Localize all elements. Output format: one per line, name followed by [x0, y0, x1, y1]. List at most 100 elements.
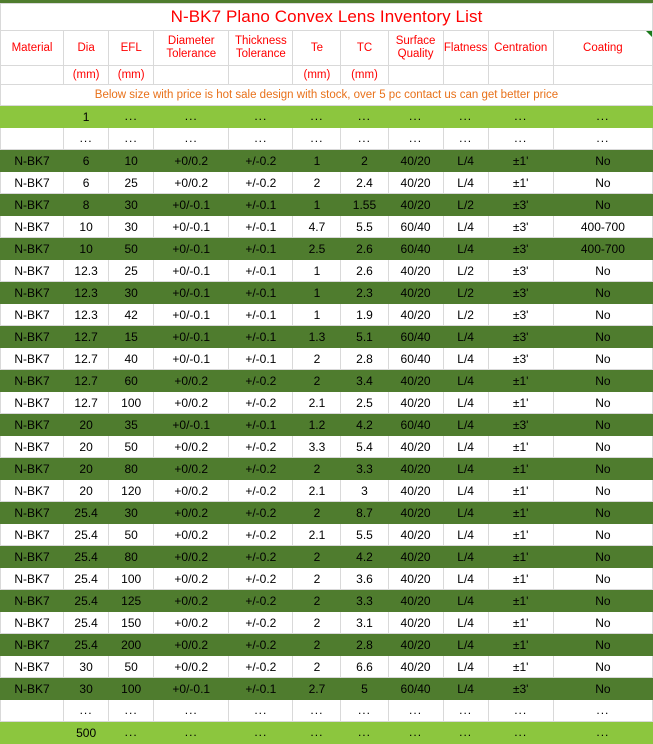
cell-efl[interactable]: ... [108, 127, 155, 150]
cell-dia_tol[interactable]: +0/0.2 [153, 391, 230, 414]
cell-material[interactable]: N-BK7 [0, 589, 65, 612]
cell-surface[interactable]: 60/40 [387, 413, 444, 436]
cell-flatness[interactable]: L/4 [442, 655, 489, 678]
cell-flatness[interactable]: L/4 [442, 215, 489, 238]
cell-coating[interactable]: No [552, 457, 653, 480]
cell-coating[interactable]: No [552, 655, 653, 678]
table-row[interactable]: N-BK7 6 10 +0/0.2 +/-0.2 1 2 40/20 L/4 ±1' No [0, 149, 653, 172]
cell-thk_tol[interactable]: ... [228, 721, 294, 744]
cell-surface[interactable]: 40/20 [387, 479, 444, 502]
table-row[interactable]: N-BK7 12.3 30 +0/-0.1 +/-0.1 1 2.3 40/20 L/2 ±3' N… [0, 281, 653, 304]
cell-te[interactable]: 2 [292, 589, 342, 612]
cell-centration[interactable]: ±3' [487, 215, 554, 238]
cell-tc[interactable]: 2.4 [340, 171, 389, 194]
cell-coating[interactable]: No [552, 677, 653, 700]
cell-tc[interactable]: 2 [340, 149, 389, 172]
cell-material[interactable]: N-BK7 [0, 215, 65, 238]
cell-tc[interactable]: 1.9 [340, 303, 389, 326]
table-row[interactable]: N-BK7 12.3 42 +0/-0.1 +/-0.1 1 1.9 40/20 L/2 ±3' N… [0, 303, 653, 326]
cell-efl[interactable]: 200 [108, 633, 155, 656]
cell-thk_tol[interactable]: +/-0.2 [228, 171, 294, 194]
cell-centration[interactable]: ±1' [487, 479, 554, 502]
cell-te[interactable]: 1 [292, 281, 342, 304]
cell-dia_tol[interactable]: +0/0.2 [153, 545, 230, 568]
cell-te[interactable]: ... [292, 105, 342, 128]
cell-material[interactable]: N-BK7 [0, 633, 65, 656]
cell-thk_tol[interactable]: ... [228, 699, 294, 722]
cell-dia[interactable]: 500 [63, 721, 110, 744]
table-row[interactable]: N-BK7 12.7 100 +0/0.2 +/-0.2 2.1 2.5 40/20 L/4 ±1… [0, 391, 653, 414]
table-row[interactable]: N-BK7 8 30 +0/-0.1 +/-0.1 1 1.55 40/20 L/2 ±3' No [0, 193, 653, 216]
cell-thk_tol[interactable]: ... [228, 105, 294, 128]
cell-thk_tol[interactable]: +/-0.1 [228, 347, 294, 370]
cell-surface[interactable]: ... [387, 699, 444, 722]
table-row[interactable]: N-BK7 20 120 +0/0.2 +/-0.2 2.1 3 40/20 L/4 ±1' No [0, 479, 653, 502]
cell-efl[interactable]: 15 [108, 325, 155, 348]
cell-flatness[interactable]: L/2 [442, 259, 489, 282]
cell-flatness[interactable]: L/4 [442, 611, 489, 634]
cell-surface[interactable]: 40/20 [387, 523, 444, 546]
cell-te[interactable]: 2 [292, 545, 342, 568]
cell-dia[interactable]: 25.4 [63, 545, 110, 568]
cell-coating[interactable]: 400-700 [552, 215, 653, 238]
cell-tc[interactable]: 5 [340, 677, 389, 700]
cell-dia[interactable]: 20 [63, 435, 110, 458]
cell-coating[interactable]: No [552, 347, 653, 370]
cell-thk_tol[interactable]: +/-0.2 [228, 567, 294, 590]
cell-surface[interactable]: 40/20 [387, 501, 444, 524]
cell-tc[interactable]: 5.5 [340, 523, 389, 546]
cell-coating[interactable]: ... [552, 105, 653, 128]
cell-dia_tol[interactable]: ... [153, 721, 230, 744]
cell-material[interactable]: N-BK7 [0, 369, 65, 392]
cell-dia[interactable]: 25.4 [63, 523, 110, 546]
cell-centration[interactable]: ±1' [487, 171, 554, 194]
cell-surface[interactable]: 40/20 [387, 611, 444, 634]
cell-thk_tol[interactable]: +/-0.1 [228, 215, 294, 238]
cell-efl[interactable]: 35 [108, 413, 155, 436]
table-row[interactable]: N-BK7 25.4 200 +0/0.2 +/-0.2 2 2.8 40/20 L/4 ±1' N… [0, 633, 653, 656]
cell-dia[interactable]: ... [63, 699, 110, 722]
cell-flatness[interactable]: L/4 [442, 633, 489, 656]
cell-tc[interactable]: 2.3 [340, 281, 389, 304]
cell-dia_tol[interactable]: +0/0.2 [153, 633, 230, 656]
cell-coating[interactable]: No [552, 391, 653, 414]
cell-te[interactable]: 1 [292, 149, 342, 172]
cell-surface[interactable]: ... [387, 105, 444, 128]
cell-surface[interactable]: 60/40 [387, 325, 444, 348]
table-row[interactable]: N-BK7 12.7 60 +0/0.2 +/-0.2 2 3.4 40/20 L/4 ±1' No [0, 369, 653, 392]
cell-efl[interactable]: 25 [108, 259, 155, 282]
cell-material[interactable]: N-BK7 [0, 457, 65, 480]
cell-tc[interactable]: 8.7 [340, 501, 389, 524]
cell-centration[interactable]: ±3' [487, 281, 554, 304]
cell-dia_tol[interactable]: ... [153, 699, 230, 722]
cell-dia[interactable]: 30 [63, 655, 110, 678]
cell-surface[interactable]: 40/20 [387, 435, 444, 458]
cell-surface[interactable]: 40/20 [387, 193, 444, 216]
cell-tc[interactable]: 5.1 [340, 325, 389, 348]
cell-efl[interactable]: 100 [108, 677, 155, 700]
cell-dia_tol[interactable]: +0/0.2 [153, 369, 230, 392]
cell-tc[interactable]: 2.6 [340, 259, 389, 282]
marker-row[interactable]: .............................. [0, 699, 653, 722]
cell-dia_tol[interactable]: +0/-0.1 [153, 347, 230, 370]
cell-dia_tol[interactable]: +0/-0.1 [153, 325, 230, 348]
cell-coating[interactable]: No [552, 435, 653, 458]
cell-efl[interactable]: 10 [108, 149, 155, 172]
cell-centration[interactable]: ±1' [487, 391, 554, 414]
cell-material[interactable]: N-BK7 [0, 391, 65, 414]
cell-surface[interactable]: 40/20 [387, 391, 444, 414]
cell-dia_tol[interactable]: +0/0.2 [153, 567, 230, 590]
cell-coating[interactable]: No [552, 523, 653, 546]
cell-thk_tol[interactable]: +/-0.2 [228, 479, 294, 502]
cell-tc[interactable]: ... [340, 127, 389, 150]
cell-centration[interactable]: ±1' [487, 369, 554, 392]
cell-te[interactable]: 2.1 [292, 523, 342, 546]
cell-surface[interactable]: 60/40 [387, 237, 444, 260]
cell-coating[interactable]: No [552, 193, 653, 216]
cell-material[interactable]: N-BK7 [0, 523, 65, 546]
cell-tc[interactable]: 3.1 [340, 611, 389, 634]
cell-dia[interactable]: 12.3 [63, 259, 110, 282]
cell-efl[interactable]: 60 [108, 369, 155, 392]
cell-te[interactable]: 2 [292, 567, 342, 590]
cell-flatness[interactable]: L/4 [442, 501, 489, 524]
